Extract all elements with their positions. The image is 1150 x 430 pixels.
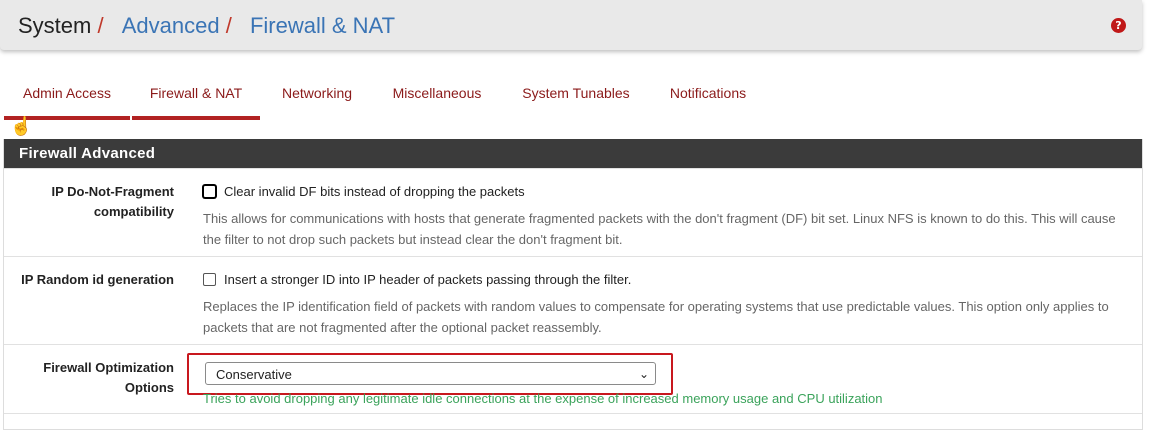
breadcrumb-advanced-link[interactable]: Advanced — [122, 13, 220, 38]
breadcrumb-system: System — [18, 13, 92, 38]
row-label-line: Firewall Optimization — [43, 360, 174, 375]
form-row-df-compat: IP Do-Not-Fragment compatibility Clear i… — [4, 168, 1142, 256]
breadcrumb-bar: System / Advanced / Firewall & NAT ? — [0, 0, 1142, 50]
tab-firewall-nat[interactable]: Firewall & NAT — [132, 76, 260, 120]
row-label: IP Do-Not-Fragment compatibility — [51, 184, 174, 219]
row-field: Insert a stronger ID into IP header of p… — [203, 270, 1133, 338]
row-label: IP Random id generation — [21, 272, 174, 287]
panel-title: Firewall Advanced — [4, 139, 1142, 168]
row-label: Firewall Optimization Options — [4, 358, 174, 398]
checkbox-label: Insert a stronger ID into IP header of p… — [224, 272, 632, 287]
breadcrumb: System / Advanced / Firewall & NAT — [18, 13, 395, 39]
form-row-optimization: Firewall Optimization Options Conservati… — [4, 344, 1142, 413]
question-circle-icon[interactable]: ? — [1111, 18, 1126, 33]
checkbox-label: Clear invalid DF bits instead of droppin… — [224, 184, 525, 199]
tab-admin-access[interactable]: Admin Access — [4, 76, 130, 120]
tab-system-tunables[interactable]: System Tunables — [510, 76, 642, 116]
hand-cursor-icon: ☝ — [10, 116, 33, 136]
tab-networking[interactable]: Networking — [270, 76, 364, 116]
chevron-down-icon: ⌄ — [638, 367, 649, 381]
help-text: This allows for communications with host… — [203, 211, 1116, 247]
select-value: Conservative — [216, 367, 292, 382]
help-text: Replaces the IP identification field of … — [203, 299, 1109, 335]
optimization-select[interactable]: Conservative ⌄ — [205, 362, 656, 385]
form-row-random-id: IP Random id generation Insert a stronge… — [4, 256, 1142, 344]
tab-bar: Admin Access Firewall & NAT Networking M… — [0, 76, 1150, 120]
breadcrumb-firewall-nat-link[interactable]: Firewall & NAT — [250, 13, 395, 38]
random-id-checkbox[interactable] — [203, 273, 216, 286]
form-row-next — [4, 413, 1142, 430]
tab-miscellaneous[interactable]: Miscellaneous — [380, 76, 494, 116]
row-field: Tries to avoid dropping any legitimate i… — [203, 388, 1133, 409]
row-field: Clear invalid DF bits instead of droppin… — [203, 182, 1133, 250]
row-label-line: Options — [124, 380, 174, 395]
breadcrumb-separator: / — [225, 13, 232, 38]
df-bits-checkbox[interactable] — [203, 185, 216, 198]
tab-notifications[interactable]: Notifications — [656, 76, 760, 116]
breadcrumb-separator: / — [97, 13, 104, 38]
help-text: Tries to avoid dropping any legitimate i… — [203, 391, 883, 406]
firewall-advanced-panel: Firewall Advanced IP Do-Not-Fragment com… — [3, 139, 1143, 430]
